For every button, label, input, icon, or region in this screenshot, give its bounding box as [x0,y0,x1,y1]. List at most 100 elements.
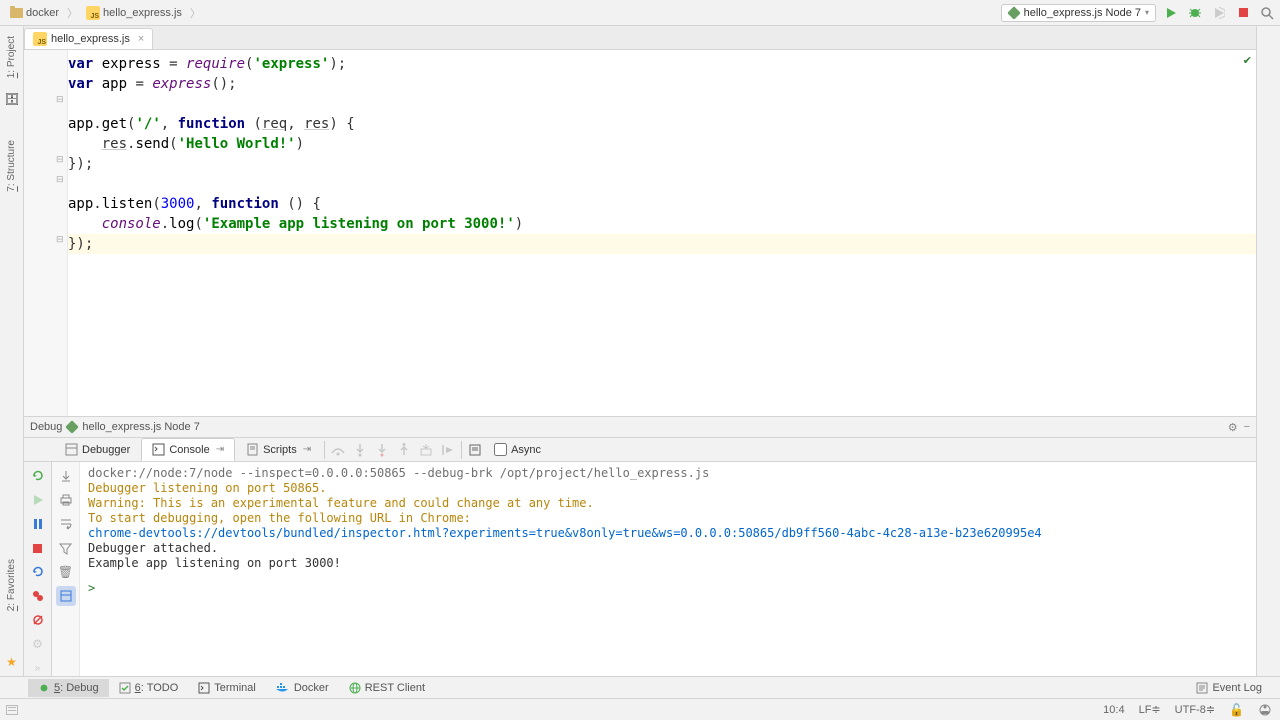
sidebar-structure[interactable]: 7: Structure [6,134,17,198]
tool-tab-rest-client[interactable]: REST Client [339,679,435,697]
fold-mark-icon[interactable]: ⊟ [56,154,64,165]
star-icon[interactable]: ★ [6,655,17,669]
chevron-right-icon: 〉 [190,5,201,21]
async-label: Async [511,444,541,456]
tool-tab-debug[interactable]: 5: Debug [28,679,109,697]
fold-mark-icon[interactable]: ⊟ [56,174,64,185]
database-icon[interactable]: 🗄 [5,92,19,106]
breadcrumb-folder-label: docker [26,7,59,19]
step-out-button[interactable] [393,439,415,461]
run-button[interactable] [1162,4,1180,22]
tab-debugger-label: Debugger [82,444,130,456]
restore-layout-button[interactable] [28,562,48,582]
tab-console-label: Console [169,444,209,456]
breadcrumb-file-label: hello_express.js [103,7,182,19]
fold-mark-icon[interactable]: ⊟ [56,94,64,105]
search-everywhere-button[interactable] [1258,4,1276,22]
async-checkbox-input[interactable] [494,443,507,456]
status-inspector-icon[interactable] [1258,703,1272,717]
coverage-button[interactable] [1210,4,1228,22]
rerun-button[interactable] [28,466,48,486]
status-caret-position[interactable]: 10:4 [1103,704,1124,716]
file-tab-hello-express[interactable]: JS hello_express.js × [24,28,153,49]
code-editor[interactable]: var express = require('express'); var ap… [68,50,1256,416]
step-over-button[interactable] [327,439,349,461]
pin-button[interactable]: » [28,658,48,678]
console-output[interactable]: docker://node:7/node --inspect=0.0.0.0:5… [80,462,1256,698]
bottom-tool-tabs: 5: Debug 6: TODO Terminal Docker REST Cl… [0,676,1280,698]
console-line: docker://node:7/node --inspect=0.0.0.0:5… [88,466,1248,481]
divider [324,441,325,459]
todo-icon [119,682,131,694]
pin-icon[interactable]: ⇥ [303,444,311,455]
rest-icon [349,682,361,694]
console-line: To start debugging, open the following U… [88,511,1248,526]
console-side-toolbar: 🗑 [52,462,80,698]
breadcrumb-folder[interactable]: docker [4,5,65,21]
debug-title: hello_express.js Node 7 [82,421,199,433]
editor-tabs: JS hello_express.js × [0,26,1280,50]
top-bar: docker 〉 JS hello_express.js 〉 hello_exp… [0,0,1280,26]
console-tab-icon [152,443,165,456]
run-to-cursor-button[interactable] [437,439,459,461]
async-checkbox[interactable]: Async [494,443,541,456]
left-tool-sidebar: 1: Project 🗄 7: Structure 2: Favorites ★… [0,26,24,698]
minimize-icon[interactable]: − [1244,421,1250,434]
bug-icon [38,682,50,694]
sidebar-favorites[interactable]: 2: Favorites [6,553,17,617]
trash-icon: 🗑 [58,565,73,579]
step-into-button[interactable] [349,439,371,461]
editor-gutter[interactable]: ⊟ ⊟ ⊟ ⊟ [24,50,68,416]
pin-icon[interactable]: ⇥ [216,444,224,455]
debug-panel-header: Debug hello_express.js Node 7 ⚙ − [24,416,1256,438]
breadcrumb-file[interactable]: JS hello_express.js [80,4,188,22]
debug-tabs: Debugger Console ⇥ Scripts ⇥ Async [24,438,1256,462]
close-icon[interactable]: × [138,33,144,45]
sidebar-project[interactable]: 1: Project [6,30,17,84]
tool-tab-todo[interactable]: 6: TODO [109,679,189,697]
divider [461,441,462,459]
filter-button[interactable] [56,538,76,558]
fold-mark-icon[interactable]: ⊟ [56,234,64,245]
debug-side-toolbar: ⚙ » [24,462,52,698]
stop-button[interactable] [1234,4,1252,22]
force-step-into-button[interactable] [371,439,393,461]
mute-breakpoints-button[interactable] [28,610,48,630]
browse-history-button[interactable] [56,586,76,606]
tab-console[interactable]: Console ⇥ [141,438,235,461]
tool-tab-docker[interactable]: Docker [266,679,339,697]
console-prompt[interactable]: > [88,581,95,595]
clear-button[interactable]: 🗑 [56,562,76,582]
status-line-separator[interactable]: LF≑ [1139,703,1161,716]
status-encoding[interactable]: UTF-8≑ [1175,703,1215,716]
status-menu-icon[interactable] [6,705,18,715]
nodejs-icon [66,420,80,434]
tool-tab-terminal[interactable]: Terminal [188,679,266,697]
debug-body: ⚙ » 🗑 docker://node:7/node --inspect=0.0… [24,462,1256,698]
tab-scripts[interactable]: Scripts ⇥ [235,438,322,461]
status-lock-icon[interactable]: 🔓 [1229,703,1244,717]
gear-icon[interactable]: ⚙ [1228,421,1238,434]
console-line: Example app listening on port 3000! [88,556,1248,571]
pause-button[interactable] [28,514,48,534]
breadcrumb: docker 〉 JS hello_express.js 〉 [4,4,201,22]
view-breakpoints-button[interactable] [28,586,48,606]
pin-icon: » [35,663,41,674]
settings-button[interactable]: ⚙ [28,634,48,654]
tab-debugger[interactable]: Debugger [54,438,141,461]
file-tab-label: hello_express.js [51,33,130,45]
console-line: Debugger listening on port 50865. [88,481,1248,496]
debug-title-prefix: Debug [30,421,62,433]
scroll-to-end-button[interactable] [56,466,76,486]
tool-tab-event-log[interactable]: Event Log [1186,679,1272,697]
stop-debug-button[interactable] [28,538,48,558]
drop-frame-button[interactable] [415,439,437,461]
soft-wrap-button[interactable] [56,514,76,534]
evaluate-button[interactable] [464,439,486,461]
right-tool-sidebar [1256,26,1280,698]
resume-button[interactable] [28,490,48,510]
debug-button[interactable] [1186,4,1204,22]
print-button[interactable] [56,490,76,510]
editor-area[interactable]: ⊟ ⊟ ⊟ ⊟ ✔ var express = require('express… [24,50,1256,416]
run-config-selector[interactable]: hello_express.js Node 7 ▾ [1001,4,1156,22]
